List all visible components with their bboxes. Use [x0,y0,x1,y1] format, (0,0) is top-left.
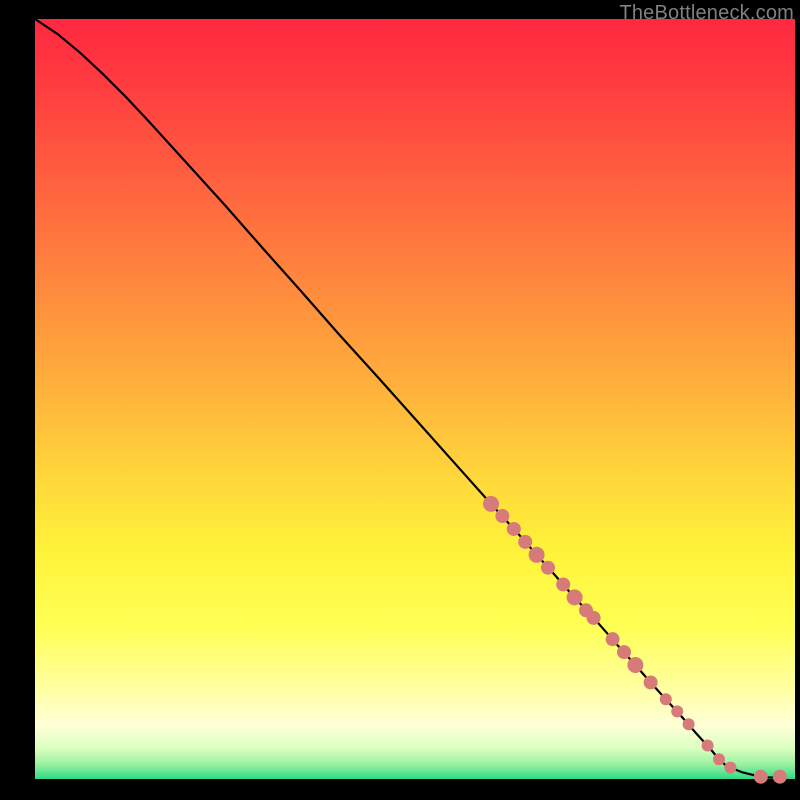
scatter-dot [617,645,631,659]
scatter-dot [483,496,499,512]
scatter-dot [606,632,620,646]
scatter-dot [567,589,583,605]
scatter-dot [507,522,521,536]
curve-line [35,19,780,777]
scatter-dot [713,753,725,765]
scatter-dot [724,762,736,774]
scatter-dot [587,611,601,625]
scatter-dot [495,509,509,523]
scatter-dot [754,770,768,784]
scatter-dot [541,561,555,575]
scatter-dot [627,657,643,673]
scatter-dot [660,693,672,705]
scatter-dot [702,740,714,752]
scatter-dot [683,718,695,730]
scatter-dot [773,770,787,784]
scatter-dot [529,547,545,563]
chart-overlay [35,19,795,779]
scatter-dots [483,496,787,784]
scatter-dot [556,577,570,591]
chart-stage: TheBottleneck.com [0,0,800,800]
scatter-dot [644,675,658,689]
scatter-dot [518,535,532,549]
scatter-dot [671,705,683,717]
